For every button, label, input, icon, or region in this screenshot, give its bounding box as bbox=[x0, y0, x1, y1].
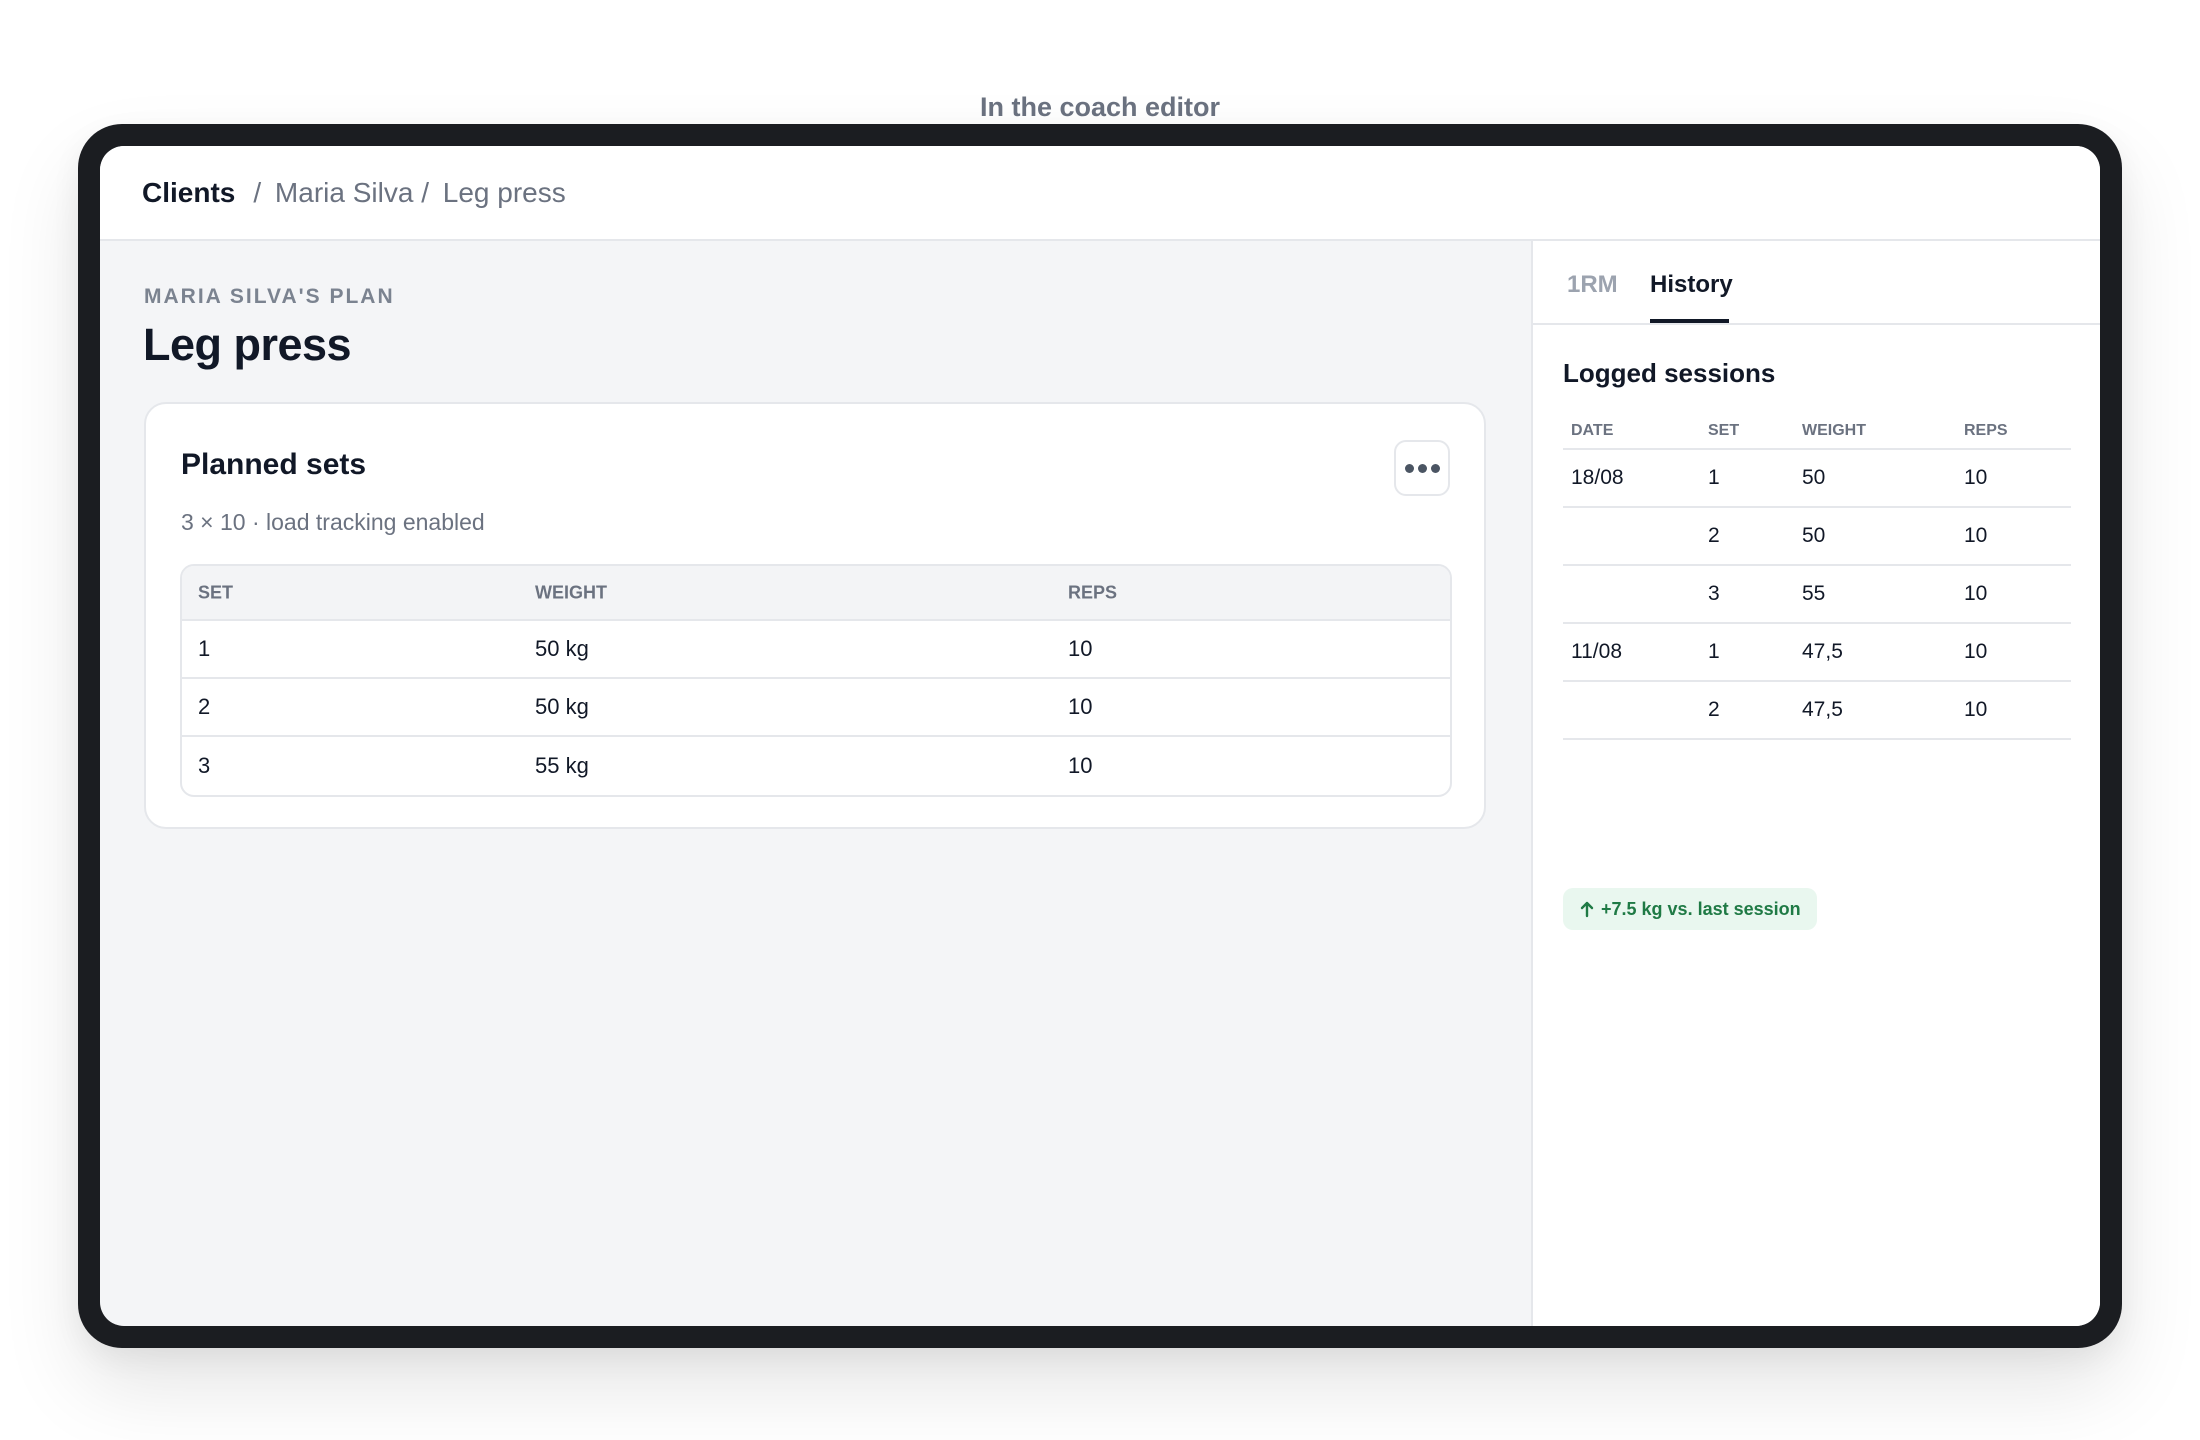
logged-sessions-table: DATE SET WEIGHT REPS 18/08 1 50 10 2 50 … bbox=[1563, 411, 2071, 740]
weight-cell: 47,5 bbox=[1802, 640, 1843, 663]
column-header-date: DATE bbox=[1571, 422, 1614, 439]
progress-badge: +7.5 kg vs. last session bbox=[1563, 888, 1817, 930]
reps-cell: 10 bbox=[1964, 582, 1988, 605]
page-caption: In the coach editor bbox=[979, 92, 1221, 122]
planned-sets-title: Planned sets bbox=[181, 448, 367, 481]
breadcrumb: / Maria Silva / Leg press bbox=[253, 177, 565, 209]
top-bar: Clients / Maria Silva / Leg press bbox=[100, 146, 2100, 241]
tab-history[interactable]: History bbox=[1650, 271, 1733, 299]
column-header-weight: WEIGHT bbox=[535, 582, 607, 602]
table-row: 18/08 1 50 10 bbox=[1563, 450, 2071, 508]
table-row: 2 50 10 bbox=[1563, 508, 2071, 566]
reps-cell[interactable]: 10 bbox=[1068, 636, 1092, 662]
reps-cell: 10 bbox=[1964, 698, 1988, 721]
reps-cell[interactable]: 10 bbox=[1068, 753, 1092, 779]
table-row: 3 55 10 bbox=[1563, 566, 2071, 624]
reps-cell: 10 bbox=[1964, 640, 1988, 663]
table-header: SET WEIGHT REPS bbox=[182, 566, 1450, 621]
weight-cell[interactable]: 55 kg bbox=[535, 753, 589, 779]
set-cell: 1 bbox=[1708, 466, 1720, 489]
reps-cell: 10 bbox=[1964, 466, 1988, 489]
column-header-set: SET bbox=[198, 582, 234, 602]
set-cell: 3 bbox=[198, 753, 211, 778]
more-options-button[interactable] bbox=[1394, 440, 1450, 496]
table-row: 2 47,5 10 bbox=[1563, 682, 2071, 740]
column-header-reps: REPS bbox=[1964, 422, 2008, 439]
tablet-frame: Clients / Maria Silva / Leg press MARIA … bbox=[78, 124, 2122, 1348]
column-header-reps: REPS bbox=[1068, 582, 1118, 602]
progress-badge-text: +7.5 kg vs. last session bbox=[1601, 898, 1801, 919]
breadcrumb-exercise: Leg press bbox=[442, 176, 566, 208]
breadcrumb-separator: / bbox=[421, 176, 429, 208]
planned-sets-subtitle: 3 × 10 · load tracking enabled bbox=[181, 509, 485, 535]
panel-tabs: 1RM History bbox=[1533, 241, 2100, 325]
reps-cell[interactable]: 10 bbox=[1068, 694, 1092, 720]
weight-cell: 50 bbox=[1802, 524, 1826, 547]
date-cell: 18/08 bbox=[1571, 466, 1624, 489]
table-row[interactable]: 1 50 kg 10 bbox=[182, 621, 1450, 679]
set-cell: 3 bbox=[1708, 582, 1720, 605]
weight-cell: 50 bbox=[1802, 466, 1826, 489]
table-row[interactable]: 2 50 kg 10 bbox=[182, 679, 1450, 737]
page-title: Leg press bbox=[143, 319, 352, 370]
reps-cell: 10 bbox=[1964, 524, 1988, 547]
set-cell: 1 bbox=[198, 636, 211, 661]
planned-sets-card: Planned sets 3 × 10 · load tracking enab… bbox=[144, 402, 1486, 829]
planned-sets-table: SET WEIGHT REPS 1 50 kg 10 2 50 kg 10 3 … bbox=[180, 564, 1452, 797]
history-panel: 1RM History Logged sessions DATE SET WEI… bbox=[1531, 241, 2100, 1326]
set-cell: 2 bbox=[1708, 524, 1720, 547]
weight-cell: 55 bbox=[1802, 582, 1826, 605]
logged-sessions-title: Logged sessions bbox=[1563, 358, 1776, 388]
table-row: 11/08 1 47,5 10 bbox=[1563, 624, 2071, 682]
active-tab-indicator bbox=[1650, 319, 1729, 323]
date-cell: 11/08 bbox=[1571, 640, 1622, 663]
set-cell: 2 bbox=[198, 694, 211, 719]
app-screen: Clients / Maria Silva / Leg press MARIA … bbox=[100, 146, 2100, 1326]
more-horizontal-icon bbox=[1404, 463, 1440, 473]
breadcrumb-separator: / bbox=[253, 176, 262, 208]
breadcrumb-client[interactable]: Maria Silva bbox=[275, 177, 413, 208]
weight-cell: 47,5 bbox=[1802, 698, 1843, 721]
weight-cell[interactable]: 50 kg bbox=[535, 694, 589, 720]
table-header: DATE SET WEIGHT REPS bbox=[1563, 411, 2071, 450]
set-cell: 1 bbox=[1708, 640, 1720, 663]
set-cell: 2 bbox=[1708, 698, 1720, 721]
weight-cell[interactable]: 50 kg bbox=[535, 636, 589, 662]
breadcrumb-clients[interactable]: Clients bbox=[142, 177, 235, 209]
arrow-up-icon bbox=[1579, 900, 1595, 918]
main-content: MARIA SILVA'S PLAN Leg press Planned set… bbox=[100, 241, 1531, 1326]
table-row[interactable]: 3 55 kg 10 bbox=[182, 737, 1450, 795]
tab-1rm[interactable]: 1RM bbox=[1567, 271, 1618, 299]
column-header-set: SET bbox=[1708, 422, 1740, 439]
column-header-weight: WEIGHT bbox=[1802, 422, 1866, 439]
plan-eyebrow: MARIA SILVA'S PLAN bbox=[144, 285, 395, 308]
